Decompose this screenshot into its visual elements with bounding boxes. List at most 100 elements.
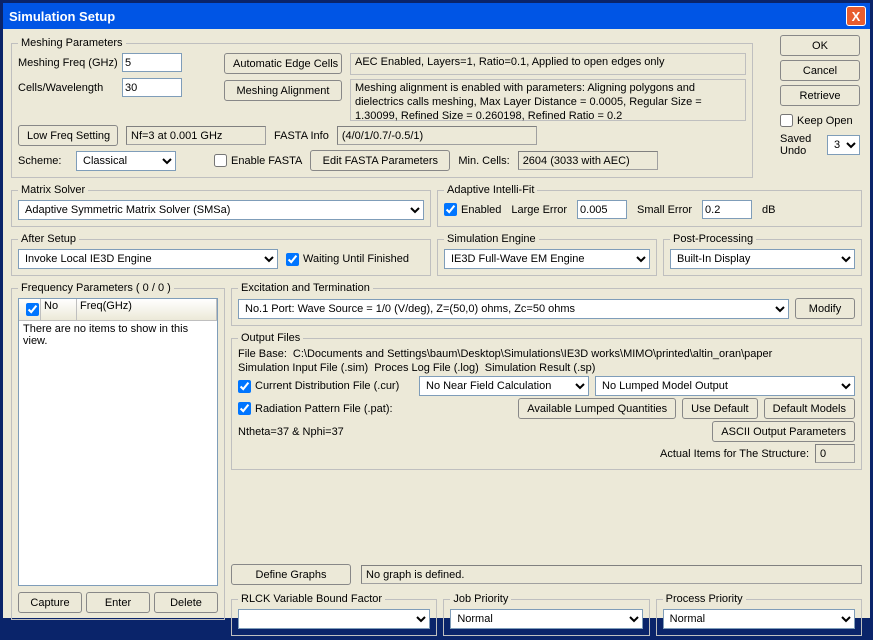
edit-fasta-button[interactable]: Edit FASTA Parameters xyxy=(310,150,450,171)
after-setup-legend: After Setup xyxy=(18,233,79,245)
modify-button[interactable]: Modify xyxy=(795,298,855,319)
radiation-pattern-input[interactable] xyxy=(238,402,251,415)
meshing-freq-input[interactable] xyxy=(122,53,182,72)
default-models-button[interactable]: Default Models xyxy=(764,398,855,419)
small-error-label: Small Error xyxy=(637,204,692,216)
waiting-label: Waiting Until Finished xyxy=(303,253,409,265)
rlck-select[interactable] xyxy=(238,609,430,629)
use-default-button[interactable]: Use Default xyxy=(682,398,757,419)
post-processing-legend: Post-Processing xyxy=(670,233,756,245)
saved-undo-label: Saved Undo xyxy=(780,133,823,157)
file-base-value: C:\Documents and Settings\baum\Desktop\S… xyxy=(293,348,855,360)
aif-enabled-input[interactable] xyxy=(444,203,457,216)
process-priority-legend: Process Priority xyxy=(663,593,746,605)
meshing-freq-label: Meshing Freq (GHz) xyxy=(18,57,118,69)
ok-button[interactable]: OK xyxy=(780,35,860,56)
min-cells-value: 2604 (3033 with AEC) xyxy=(518,151,658,170)
available-lumped-button[interactable]: Available Lumped Quantities xyxy=(518,398,676,419)
current-dist-label: Current Distribution File (.cur) xyxy=(255,380,399,392)
radiation-pattern-label: Radiation Pattern File (.pat): xyxy=(255,403,393,415)
waiting-input[interactable] xyxy=(286,253,299,266)
scheme-label: Scheme: xyxy=(18,155,68,167)
low-freq-setting-button[interactable]: Low Freq Setting xyxy=(18,125,118,146)
nearfield-select[interactable]: No Near Field Calculation xyxy=(419,376,589,396)
retrieve-button[interactable]: Retrieve xyxy=(780,85,860,106)
aif-enabled-checkbox[interactable]: Enabled xyxy=(444,203,501,216)
keep-open-input[interactable] xyxy=(780,114,793,127)
saved-undo-select[interactable]: 3 xyxy=(827,135,860,155)
sim-result-label: Simulation Result (.sp) xyxy=(485,362,596,374)
actual-items-value: 0 xyxy=(815,444,855,463)
meshing-alignment-button[interactable]: Meshing Alignment xyxy=(224,80,342,101)
enable-fasta-label: Enable FASTA xyxy=(231,155,302,167)
freq-params-legend: Frequency Parameters ( 0 / 0 ) xyxy=(18,282,174,294)
min-cells-label: Min. Cells: xyxy=(458,155,509,167)
job-priority-select[interactable]: Normal xyxy=(450,609,642,629)
freq-list-col-no[interactable]: No xyxy=(41,299,77,320)
excitation-group: Excitation and Termination No.1 Port: Wa… xyxy=(231,282,862,326)
cells-wavelength-input[interactable] xyxy=(122,78,182,97)
cells-wavelength-label: Cells/Wavelength xyxy=(18,82,118,94)
fasta-info-value: (4/0/1/0.7/-0.5/1) xyxy=(337,126,537,145)
freq-list-checkall[interactable] xyxy=(26,303,39,316)
enable-fasta-input[interactable] xyxy=(214,154,227,167)
excitation-legend: Excitation and Termination xyxy=(238,282,373,294)
cancel-button[interactable]: Cancel xyxy=(780,60,860,81)
adaptive-intelli-fit-group: Adaptive Intelli-Fit Enabled Large Error… xyxy=(437,184,862,227)
fasta-info-label: FASTA Info xyxy=(274,130,329,142)
file-base-label: File Base: xyxy=(238,348,287,360)
lumped-model-select[interactable]: No Lumped Model Output xyxy=(595,376,855,396)
small-error-input[interactable] xyxy=(702,200,752,219)
freq-params-list[interactable]: No Freq(GHz) There are no items to show … xyxy=(18,298,218,586)
freq-list-empty: There are no items to show in this view. xyxy=(19,321,217,585)
close-icon: X xyxy=(852,9,861,24)
sim-input-label: Simulation Input File (.sim) xyxy=(238,362,368,374)
post-processing-select[interactable]: Built-In Display xyxy=(670,249,855,269)
freq-list-col-freq[interactable]: Freq(GHz) xyxy=(77,299,217,320)
waiting-checkbox[interactable]: Waiting Until Finished xyxy=(286,253,409,266)
window-title: Simulation Setup xyxy=(9,9,115,24)
job-priority-group: Job Priority Normal xyxy=(443,593,649,636)
enter-button[interactable]: Enter xyxy=(86,592,150,613)
radiation-pattern-checkbox[interactable]: Radiation Pattern File (.pat): xyxy=(238,402,413,415)
rlck-legend: RLCK Variable Bound Factor xyxy=(238,593,385,605)
large-error-label: Large Error xyxy=(511,204,567,216)
automatic-edge-cells-button[interactable]: Automatic Edge Cells xyxy=(224,53,342,74)
define-graphs-button[interactable]: Define Graphs xyxy=(231,564,351,585)
after-setup-select[interactable]: Invoke Local IE3D Engine xyxy=(18,249,278,269)
process-priority-group: Process Priority Normal xyxy=(656,593,862,636)
matrix-solver-select[interactable]: Adaptive Symmetric Matrix Solver (SMSa) xyxy=(18,200,424,220)
post-processing-group: Post-Processing Built-In Display xyxy=(663,233,862,276)
no-graph-text: No graph is defined. xyxy=(361,565,862,584)
current-dist-checkbox[interactable]: Current Distribution File (.cur) xyxy=(238,380,413,393)
delete-button[interactable]: Delete xyxy=(154,592,218,613)
ntheta-label: Ntheta=37 & Nphi=37 xyxy=(238,426,344,438)
large-error-input[interactable] xyxy=(577,200,627,219)
meshing-legend: Meshing Parameters xyxy=(18,37,126,49)
scheme-select[interactable]: Classical xyxy=(76,151,176,171)
process-priority-select[interactable]: Normal xyxy=(663,609,855,629)
matrix-solver-group: Matrix Solver Adaptive Symmetric Matrix … xyxy=(11,184,431,227)
close-button[interactable]: X xyxy=(846,6,866,26)
matrix-solver-legend: Matrix Solver xyxy=(18,184,88,196)
db-label: dB xyxy=(762,204,775,216)
excitation-select[interactable]: No.1 Port: Wave Source = 1/0 (V/deg), Z=… xyxy=(238,299,789,319)
job-priority-legend: Job Priority xyxy=(450,593,511,605)
meshing-align-info-box: Meshing alignment is enabled with parame… xyxy=(350,79,746,121)
meshing-parameters-group: Meshing Parameters Meshing Freq (GHz) Ce… xyxy=(11,37,753,178)
aec-info-box: AEC Enabled, Layers=1, Ratio=0.1, Applie… xyxy=(350,53,746,75)
capture-button[interactable]: Capture xyxy=(18,592,82,613)
sim-engine-legend: Simulation Engine xyxy=(444,233,539,245)
proc-log-label: Proces Log File (.log) xyxy=(374,362,479,374)
enable-fasta-checkbox[interactable]: Enable FASTA xyxy=(214,154,302,167)
sim-engine-select[interactable]: IE3D Full-Wave EM Engine xyxy=(444,249,650,269)
sim-engine-group: Simulation Engine IE3D Full-Wave EM Engi… xyxy=(437,233,657,276)
nf-display: Nf=3 at 0.001 GHz xyxy=(126,126,266,145)
ascii-output-button[interactable]: ASCII Output Parameters xyxy=(712,421,855,442)
keep-open-checkbox[interactable]: Keep Open xyxy=(780,114,860,127)
rlck-group: RLCK Variable Bound Factor xyxy=(231,593,437,636)
output-files-group: Output Files File Base: C:\Documents and… xyxy=(231,332,862,470)
freq-list-check-col[interactable] xyxy=(19,299,41,320)
current-dist-input[interactable] xyxy=(238,380,251,393)
aif-legend: Adaptive Intelli-Fit xyxy=(444,184,537,196)
